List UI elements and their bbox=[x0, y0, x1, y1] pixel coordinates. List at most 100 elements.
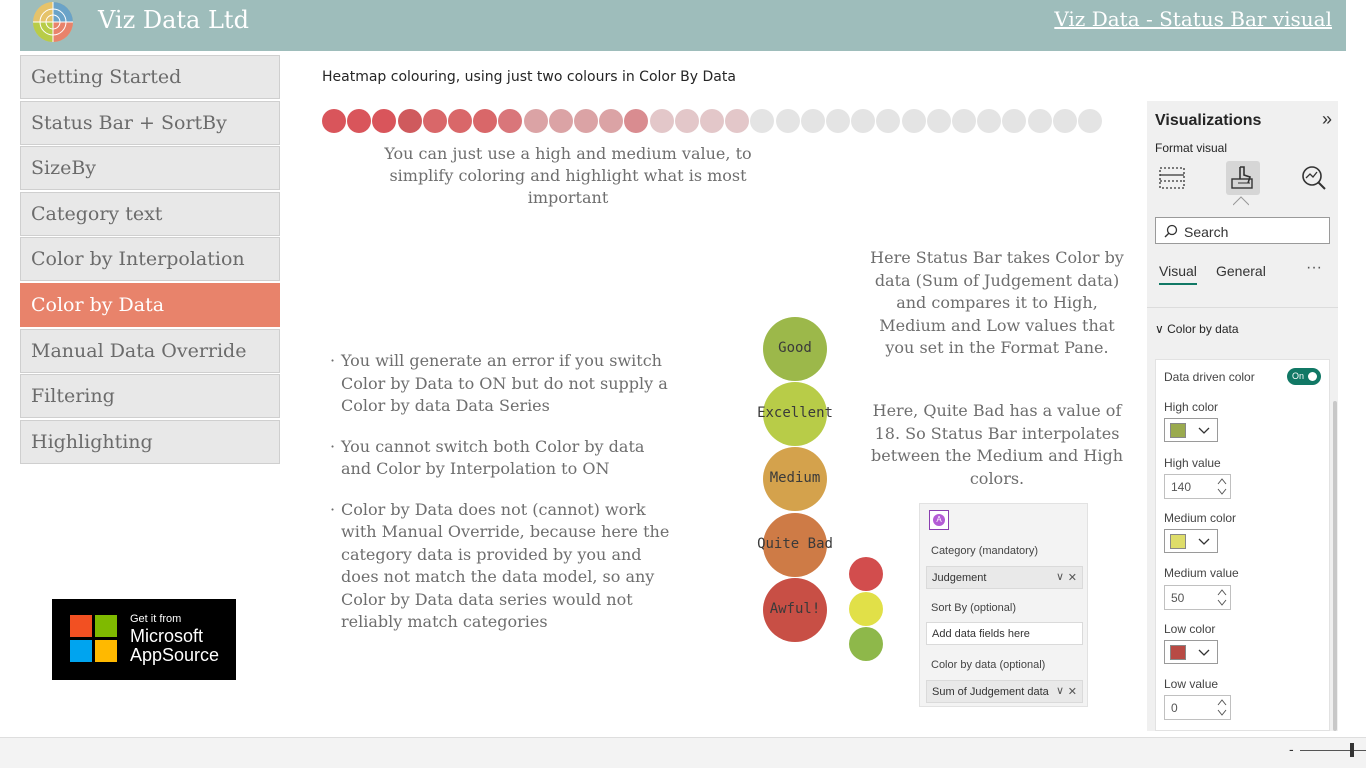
heatmap-dot[interactable] bbox=[926, 109, 951, 133]
heatmap-title: Heatmap colouring, using just two colour… bbox=[322, 69, 736, 85]
double-chevron-right-icon[interactable]: » bbox=[1322, 109, 1332, 130]
heatmap-dot[interactable] bbox=[322, 109, 346, 133]
heatmap-dot[interactable] bbox=[1078, 109, 1102, 133]
zoom-out-button[interactable]: - bbox=[1289, 741, 1294, 757]
low-color-label: Low color bbox=[1164, 622, 1216, 636]
heatmap-dot[interactable] bbox=[1027, 109, 1052, 133]
sidebar-item-manual-data-override[interactable]: Manual Data Override bbox=[20, 328, 280, 373]
heatmap-dot[interactable] bbox=[548, 109, 573, 133]
medium-value-input[interactable]: 50 bbox=[1164, 585, 1231, 610]
badge-microsoft: Microsoft bbox=[130, 626, 204, 646]
heatmap-dot[interactable] bbox=[1002, 109, 1027, 133]
pane-subtitle: Format visual bbox=[1155, 141, 1228, 155]
heatmap-dot[interactable] bbox=[347, 109, 372, 133]
sidebar-item-getting-started[interactable]: Getting Started bbox=[20, 55, 280, 99]
heatmap-dot[interactable] bbox=[977, 109, 1002, 133]
heatmap-dot[interactable] bbox=[599, 109, 624, 133]
category-well-label: Category (mandatory) bbox=[931, 545, 1038, 557]
heatmap-dot[interactable] bbox=[624, 109, 649, 133]
appsource-badge[interactable]: Get it from Microsoft AppSource bbox=[52, 599, 236, 680]
visual-type-icon[interactable]: A bbox=[929, 510, 949, 530]
tab-visual[interactable]: Visual bbox=[1159, 263, 1197, 285]
heatmap-dot[interactable] bbox=[649, 109, 674, 133]
heatmap-dot[interactable] bbox=[800, 109, 825, 133]
heatmap-dot[interactable] bbox=[473, 109, 498, 133]
sortby-well-label: Sort By (optional) bbox=[931, 602, 1016, 614]
sidebar-item-highlighting[interactable]: Highlighting bbox=[20, 419, 280, 464]
sidebar-item-color-by-data[interactable]: Color by Data bbox=[20, 282, 280, 327]
high-color-label: High color bbox=[1164, 400, 1219, 414]
sidebar-item-filtering[interactable]: Filtering bbox=[20, 374, 280, 419]
zoom-slider-track[interactable] bbox=[1300, 750, 1366, 751]
chevron-down-icon bbox=[1198, 427, 1210, 434]
heatmap-dot[interactable] bbox=[448, 109, 472, 133]
heatmap-dot[interactable] bbox=[372, 109, 397, 133]
heatmap-dot[interactable] bbox=[523, 109, 548, 133]
note-item: · You cannot switch both Color by data an… bbox=[330, 436, 645, 479]
heatmap-dot[interactable] bbox=[674, 109, 699, 133]
colorby-well[interactable]: Sum of Judgement data ∨ ✕ bbox=[926, 680, 1083, 703]
heatmap-dot[interactable] bbox=[876, 109, 901, 133]
high-color-swatch bbox=[1170, 423, 1186, 438]
heatmap-dot[interactable] bbox=[952, 109, 976, 133]
high-value-input[interactable]: 140 bbox=[1164, 474, 1231, 499]
color-by-data-card: Data driven color On High color High val… bbox=[1155, 359, 1330, 731]
high-color-picker[interactable] bbox=[1164, 418, 1218, 442]
heatmap-dot[interactable] bbox=[725, 109, 750, 133]
spinner-icon[interactable] bbox=[1217, 697, 1227, 718]
heatmap-dot[interactable] bbox=[498, 109, 523, 133]
spinner-icon[interactable] bbox=[1217, 587, 1227, 608]
tab-general[interactable]: General bbox=[1216, 263, 1266, 279]
chevron-down-icon[interactable]: ∨ bbox=[1056, 570, 1064, 583]
chevron-down-icon[interactable]: ∨ bbox=[1056, 684, 1064, 697]
format-paintbrush-icon[interactable] bbox=[1226, 161, 1260, 195]
analytics-magnifier-icon[interactable] bbox=[1297, 161, 1331, 195]
category-well[interactable]: Judgement ∨ ✕ bbox=[926, 566, 1083, 589]
low-value-label: Low value bbox=[1164, 677, 1219, 691]
heatmap-dot[interactable] bbox=[775, 109, 800, 133]
heatmap-dot[interactable] bbox=[574, 109, 598, 133]
heatmap-dot[interactable] bbox=[750, 109, 775, 133]
legend-dot-yellow bbox=[849, 592, 883, 626]
section-color-by-data[interactable]: ∨ Color by data bbox=[1155, 322, 1239, 336]
data-driven-color-toggle[interactable]: On bbox=[1287, 368, 1321, 385]
heatmap-dot[interactable] bbox=[1052, 109, 1077, 133]
sidebar-item-color-by-interpolation[interactable]: Color by Interpolation bbox=[20, 237, 280, 282]
badge-appsource: AppSource bbox=[130, 645, 220, 665]
more-options-icon[interactable]: ··· bbox=[1306, 259, 1322, 277]
medium-color-label: Medium color bbox=[1164, 511, 1237, 525]
low-value-input[interactable]: 0 bbox=[1164, 695, 1231, 720]
heatmap-dot[interactable] bbox=[901, 109, 926, 133]
medium-value-label: Medium value bbox=[1164, 566, 1239, 580]
sidebar-item-status-bar-sortby[interactable]: Status Bar + SortBy bbox=[20, 100, 280, 145]
note-item: · Color by Data does not (cannot) work wi… bbox=[330, 499, 670, 632]
sortby-well[interactable]: Add data fields here bbox=[926, 622, 1083, 645]
pane-scrollbar[interactable] bbox=[1333, 401, 1337, 731]
sidebar-item-sizeby[interactable]: SizeBy bbox=[20, 146, 280, 191]
medium-color-picker[interactable] bbox=[1164, 529, 1218, 553]
build-visual-icon[interactable] bbox=[1155, 161, 1189, 195]
spinner-icon[interactable] bbox=[1217, 476, 1227, 497]
legend-dot-red bbox=[849, 557, 883, 591]
note-item: · You will generate an error if you switc… bbox=[330, 351, 668, 415]
heatmap-dot[interactable] bbox=[826, 109, 850, 133]
remove-field-icon[interactable]: ✕ bbox=[1068, 685, 1077, 698]
search-icon bbox=[1164, 224, 1178, 238]
app-title: Viz Data Ltd bbox=[98, 6, 249, 34]
chevron-down-icon: ∨ bbox=[1155, 322, 1164, 336]
sidebar-item-category-text[interactable]: Category text bbox=[20, 191, 280, 236]
heatmap-dot[interactable] bbox=[700, 109, 724, 133]
pane-title: Visualizations bbox=[1155, 112, 1262, 129]
explanation-text-1: Here Status Bar takes Color by data (Sum… bbox=[870, 248, 1124, 357]
search-input[interactable]: Search bbox=[1155, 217, 1330, 244]
heatmap-dot[interactable] bbox=[397, 109, 422, 133]
low-color-picker[interactable] bbox=[1164, 640, 1218, 664]
heatmap-dot[interactable] bbox=[422, 109, 447, 133]
colorby-well-label: Color by data (optional) bbox=[931, 659, 1046, 671]
page-title-link[interactable]: Viz Data - Status Bar visual bbox=[1054, 7, 1332, 31]
remove-field-icon[interactable]: ✕ bbox=[1068, 571, 1077, 584]
zoom-slider-thumb[interactable] bbox=[1350, 743, 1354, 757]
badge-get-it-from: Get it from bbox=[130, 613, 182, 625]
microsoft-logo-icon bbox=[70, 615, 117, 662]
heatmap-dot[interactable] bbox=[851, 109, 876, 133]
